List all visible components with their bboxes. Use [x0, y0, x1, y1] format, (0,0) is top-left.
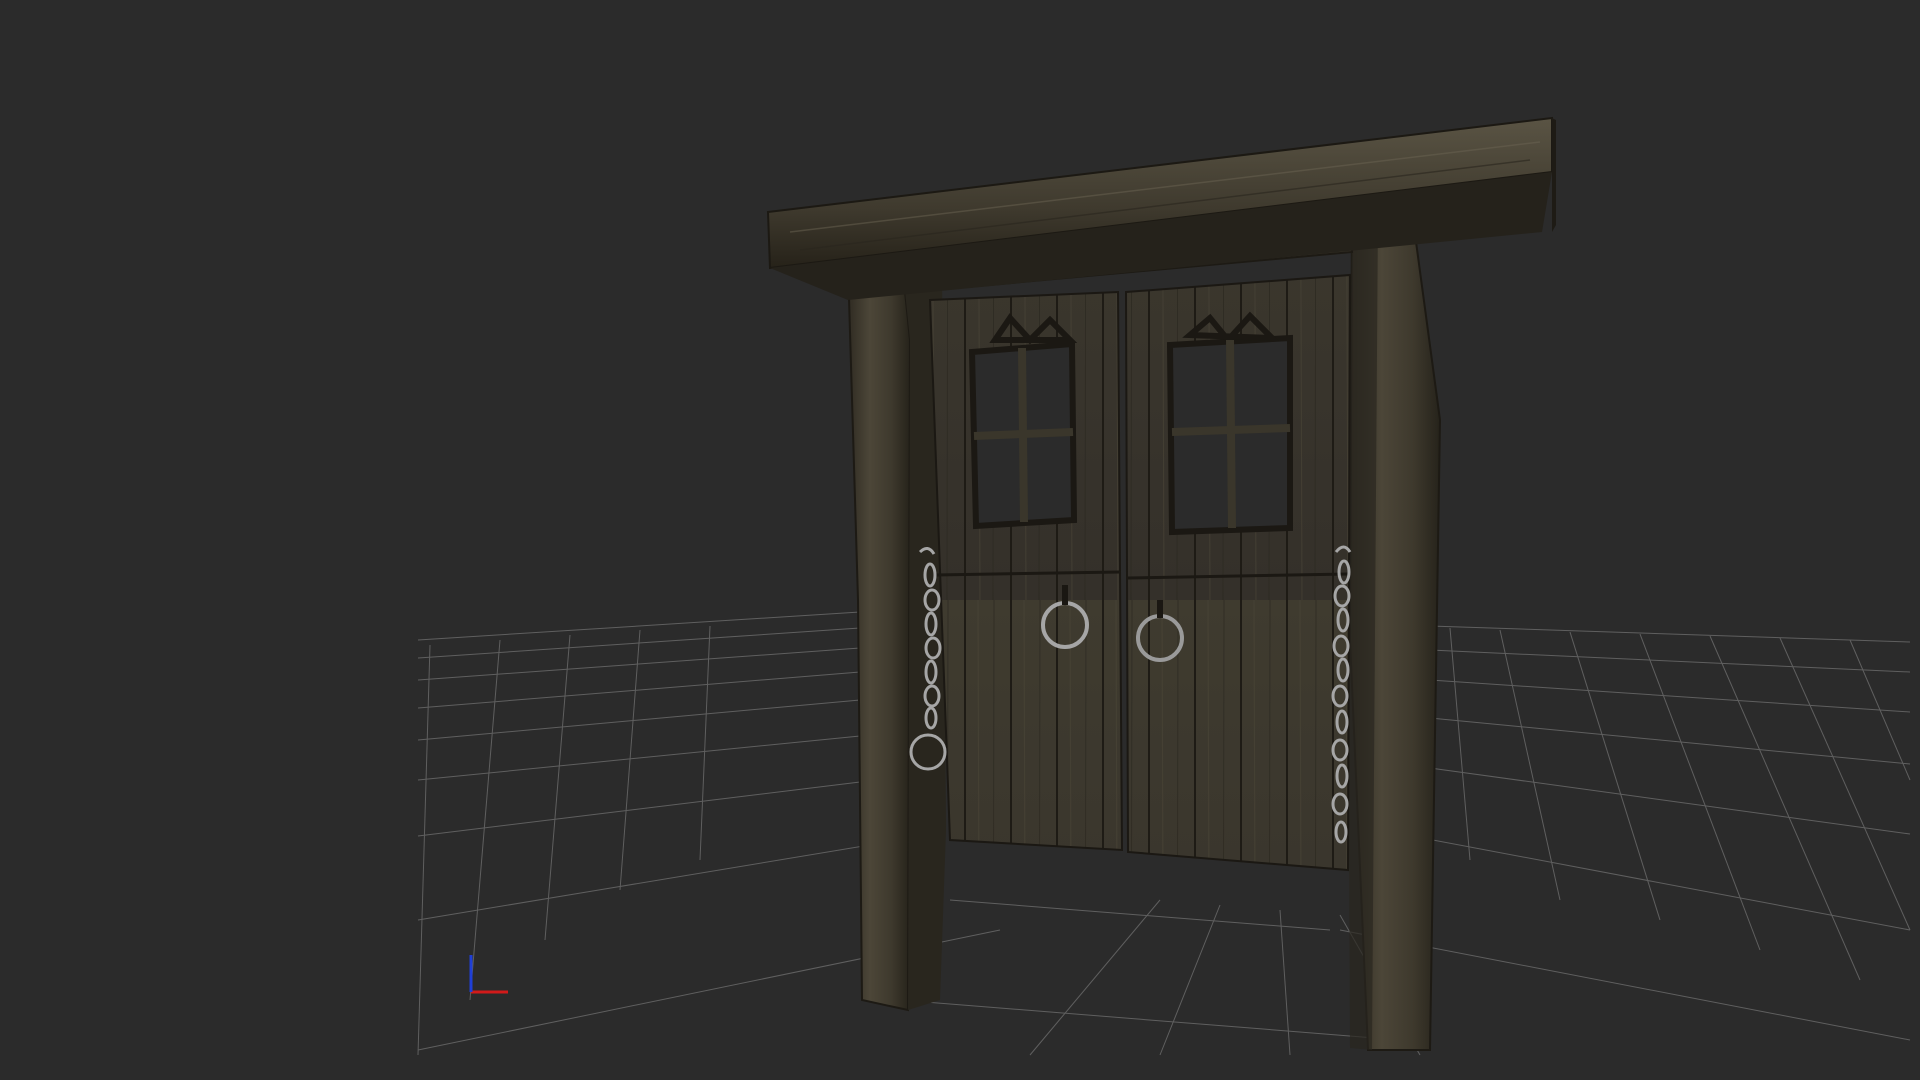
left-door[interactable]: [928, 290, 1124, 852]
window-bar: [1171, 424, 1291, 436]
wooden-gate-model[interactable]: [766, 116, 1556, 1051]
3d-viewport[interactable]: [0, 0, 1920, 1080]
left-post: [846, 260, 912, 1012]
viewport-canvas[interactable]: [0, 0, 1920, 1080]
top-beam-end-right: [1552, 118, 1556, 232]
axis-gizmo: [469, 955, 508, 994]
right-door[interactable]: [1124, 273, 1352, 872]
window-bar: [973, 428, 1074, 440]
